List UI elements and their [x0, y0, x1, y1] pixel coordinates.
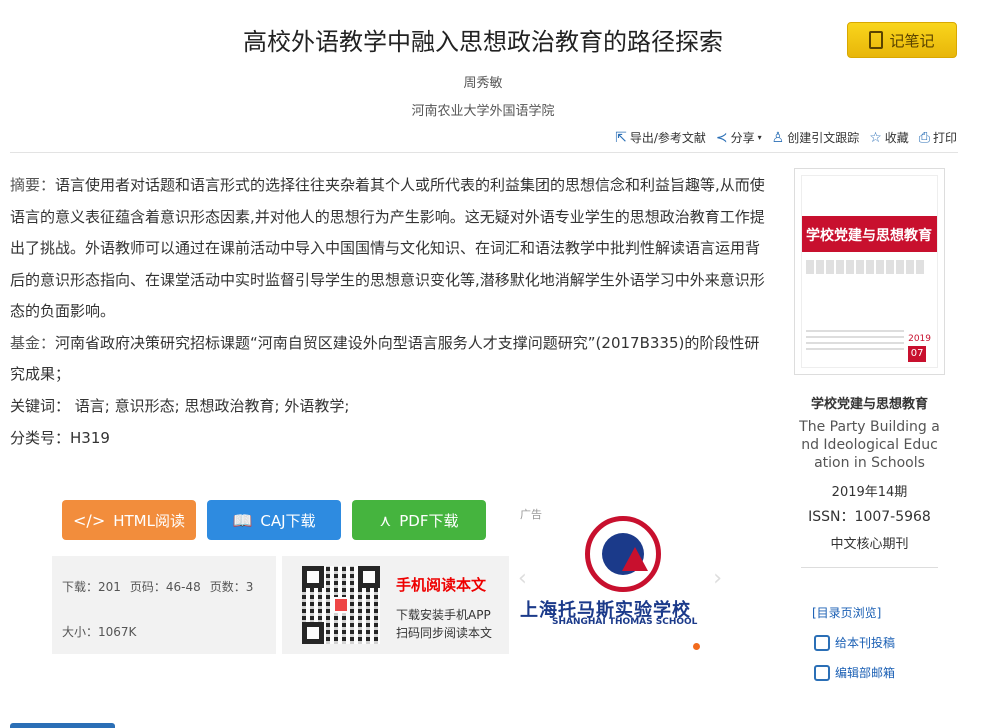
citation-track-label: 创建引文跟踪 [787, 131, 860, 145]
mobile-instruction-1: 下载安装手机APP [396, 608, 491, 622]
submit-link[interactable]: 给本刊投稿 [814, 634, 895, 651]
toc-browse-link[interactable]: [目录页浏览] [812, 604, 881, 621]
ad-label: 广告 [520, 508, 542, 521]
keyword-link[interactable]: 外语教学; [284, 397, 349, 415]
divider [801, 567, 938, 568]
book-icon: 📖 [232, 510, 253, 530]
mobile-read-panel: 手机阅读本文 下载安装手机APP 扫码同步阅读本文 [282, 556, 509, 654]
favorite-button[interactable]: ☆ 收藏 [869, 129, 909, 146]
advertisement[interactable]: 广告 上海托马斯实验学校 SHANGHAI THOMAS SCHOOL ‹ › [515, 500, 725, 660]
pdf-icon: ⋏ [379, 510, 392, 530]
keywords-label: 关键词： [10, 397, 71, 415]
journal-cover[interactable]: 学校党建与思想教育 2019 07 [794, 168, 945, 375]
abstract: 摘要：语言使用者对话题和语言形式的选择往往夹杂着其个人或所代表的利益集团的思想信… [10, 170, 770, 328]
submit-icon [814, 634, 830, 651]
fund-text[interactable]: 河南省政府决策研究招标课题“河南自贸区建设外向型语言服务人才支撑问题研究”(20… [10, 334, 759, 384]
classification: 分类号：H319 [10, 427, 110, 448]
chevron-left-icon[interactable]: ‹ [518, 566, 527, 591]
journal-name-en: The Party Building a nd Ideological Educ… [794, 418, 945, 472]
mail-icon [814, 664, 830, 681]
cover-year-text: 2019 [908, 334, 931, 344]
share-label: 分享 [730, 131, 755, 145]
chevron-down-icon: ▾ [757, 133, 762, 142]
submit-label: 给本刊投稿 [835, 636, 896, 650]
footer-tab [10, 723, 115, 728]
printer-icon: ⎙ [918, 129, 930, 146]
article-title: 高校外语教学中融入思想政治教育的路径探索 [243, 28, 723, 56]
keyword-link[interactable]: 思想政治教育; [184, 397, 279, 415]
classification-label: 分类号： [10, 429, 71, 447]
caj-download-label: CAJ下载 [260, 511, 316, 530]
author-link[interactable]: 周秀敏 [0, 72, 966, 91]
article-toolbar: ⇱ 导出/参考文献 ≺ 分享 ▾ ♙ 创建引文跟踪 ☆ 收藏 ⎙ 打印 [615, 129, 957, 146]
fund-label: 基金： [10, 333, 56, 352]
caj-download-button[interactable]: 📖 CAJ下载 [207, 500, 341, 540]
editor-mail-link[interactable]: 编辑部邮箱 [814, 664, 895, 681]
abstract-block: 摘要：语言使用者对话题和语言形式的选择往往夹杂着其个人或所代表的利益集团的思想信… [10, 170, 770, 391]
share-button[interactable]: ≺ 分享 ▾ [716, 129, 762, 146]
journal-name-en-1: The Party Building a [799, 419, 940, 435]
citation-track-button[interactable]: ♙ 创建引文跟踪 [772, 129, 860, 146]
cover-year: 2019 07 [908, 334, 931, 362]
keyword-link[interactable]: 意识形态; [115, 397, 180, 415]
download-count: 下载：201 [62, 580, 121, 594]
favorite-label: 收藏 [884, 131, 909, 145]
notebook-icon [869, 31, 884, 49]
abstract-label: 摘要： [10, 176, 56, 194]
editor-mail-label: 编辑部邮箱 [835, 666, 896, 680]
take-notes-button[interactable]: 记笔记 [847, 22, 957, 58]
export-icon: ⇱ [615, 129, 627, 146]
pdf-download-label: PDF下载 [399, 511, 459, 530]
journal-name-en-2: nd Ideological Educ [801, 437, 938, 453]
export-label: 导出/参考文献 [629, 131, 706, 145]
mobile-read-title[interactable]: 手机阅读本文 [396, 574, 486, 595]
journal-name-en-3: ation in Schools [814, 455, 925, 471]
divider [10, 152, 958, 153]
bell-icon: ♙ [771, 129, 785, 146]
journal-core-badge: 中文核心期刊 [830, 537, 909, 552]
page-range: 页码：46-48 [129, 580, 201, 594]
organization-link[interactable]: 河南农业大学外国语学院 [0, 100, 966, 119]
keyword-link[interactable]: 语言; [75, 397, 110, 415]
school-logo [585, 516, 661, 592]
keywords: 关键词： 语言; 意识形态; 思想政治教育; 外语教学; [10, 395, 349, 416]
carousel-dot[interactable] [693, 643, 700, 650]
chevron-right-icon[interactable]: › [713, 566, 722, 591]
file-size: 大小：1067K [62, 625, 137, 639]
html-read-button[interactable]: </> HTML阅读 [62, 500, 196, 540]
qr-code [302, 566, 380, 644]
html-read-label: HTML阅读 [113, 511, 185, 530]
journal-issn: ISSN：1007-5968 [808, 509, 931, 525]
journal-name[interactable]: 学校党建与思想教育 [794, 393, 945, 412]
cover-issue: 07 [908, 346, 927, 362]
pdf-download-button[interactable]: ⋏ PDF下载 [352, 500, 486, 540]
share-icon: ≺ [715, 129, 728, 146]
ad-school-name-en: SHANGHAI THOMAS SCHOOL [552, 617, 698, 627]
code-icon: </> [73, 510, 106, 530]
star-icon: ☆ [869, 129, 882, 146]
mobile-instruction-2: 扫码同步阅读本文 [396, 626, 493, 640]
journal-issue[interactable]: 2019年14期 [794, 481, 945, 500]
fund: 基金：河南省政府决策研究招标课题“河南自贸区建设外向型语言服务人才支撑问题研究”… [10, 328, 770, 391]
print-button[interactable]: ⎙ 打印 [919, 129, 957, 146]
classification-value: H319 [70, 429, 110, 447]
export-reference-button[interactable]: ⇱ 导出/参考文献 [615, 129, 706, 146]
print-label: 打印 [932, 131, 957, 145]
download-stats: 下载：201 页码：46-48 页数：3 大小：1067K [52, 556, 276, 654]
cover-title: 学校党建与思想教育 [802, 216, 937, 252]
page-count: 页数：3 [209, 580, 254, 594]
take-notes-label: 记笔记 [889, 31, 935, 50]
abstract-text: 语言使用者对话题和语言形式的选择往往夹杂着其个人或所代表的利益集团的思想信念和利… [10, 176, 765, 320]
